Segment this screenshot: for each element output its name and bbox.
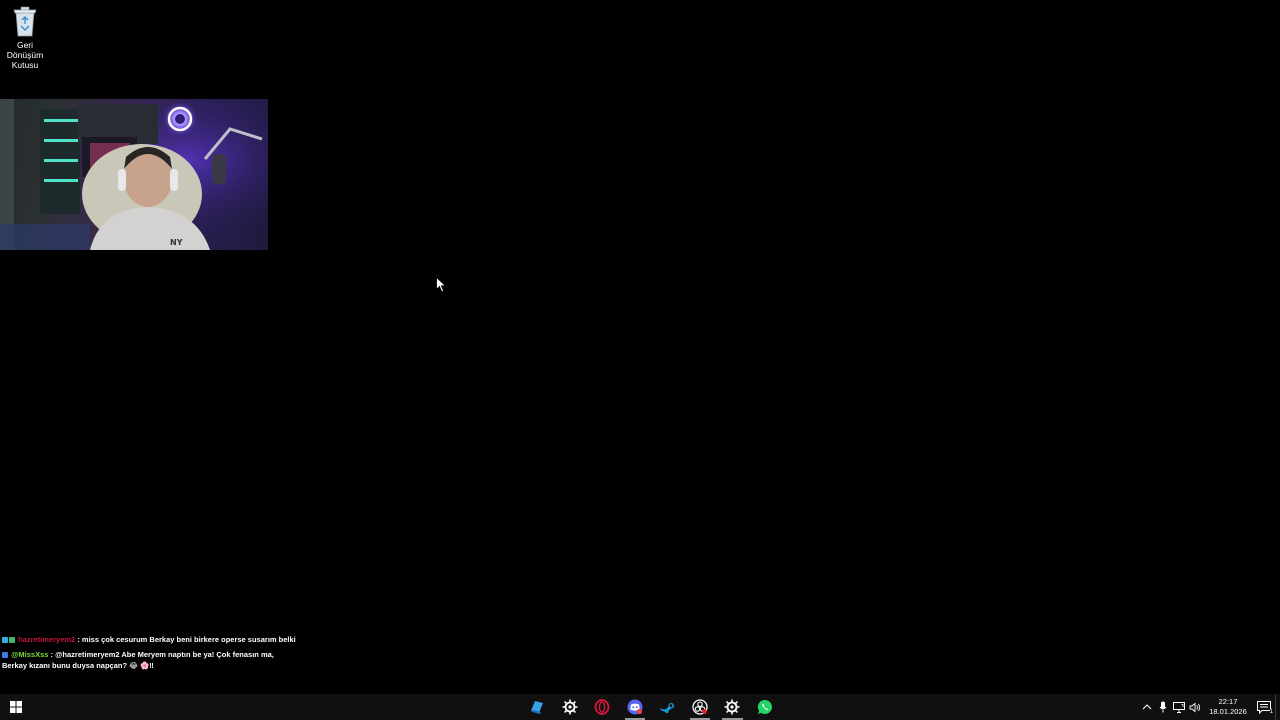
system-tray: 22:17 18.01.2026 1 bbox=[1139, 694, 1280, 720]
volume-icon bbox=[1189, 702, 1200, 712]
taskbar-app-steelseries-engine[interactable] bbox=[716, 694, 749, 720]
webcam-video-feed: NY bbox=[0, 99, 268, 250]
recycle-bin-label-line: Dönüşüm bbox=[6, 50, 44, 60]
taskbar-app-whatsapp[interactable] bbox=[749, 694, 782, 720]
taskbar-app-obs[interactable] bbox=[684, 694, 717, 720]
microphone-tray-button[interactable] bbox=[1155, 694, 1171, 720]
action-center-button[interactable]: 1 bbox=[1253, 694, 1275, 720]
chat-username: hazretimeryem2 bbox=[18, 635, 76, 644]
chat-message: @MissXss : @hazretimeryem2 Abe Meryem na… bbox=[2, 649, 302, 660]
chat-message: hazretimeryem2 : miss çok cesurum Berkay… bbox=[2, 634, 302, 645]
recycle-bin-shortcut[interactable]: Geri Dönüşüm Kutusu bbox=[3, 4, 47, 70]
chat-text: : @hazretimeryem2 Abe Meryem naptın be y… bbox=[50, 650, 274, 659]
opera-gx-icon bbox=[594, 699, 610, 715]
taskbar: 22:17 18.01.2026 1 bbox=[0, 694, 1280, 720]
taskbar-app-files[interactable] bbox=[521, 694, 554, 720]
obs-icon bbox=[692, 699, 708, 715]
steam-icon bbox=[660, 703, 675, 714]
chat-username: @MissXss bbox=[11, 650, 49, 659]
webcam-overlay: NY bbox=[0, 99, 268, 250]
steelseries-engine-icon bbox=[724, 699, 740, 715]
discord-icon bbox=[627, 699, 643, 715]
whatsapp-icon bbox=[757, 699, 772, 714]
windows-logo-icon bbox=[10, 701, 22, 713]
clock-time: 22:17 bbox=[1218, 697, 1238, 706]
volume-tray-button[interactable] bbox=[1187, 694, 1203, 720]
show-hidden-icons-button[interactable] bbox=[1139, 694, 1155, 720]
taskbar-app-opera-gx[interactable] bbox=[586, 694, 619, 720]
chat-text: : miss çok cesurum Berkay beni birkere o… bbox=[77, 635, 296, 644]
microphone-icon bbox=[1159, 701, 1167, 713]
steelseries-gg-icon bbox=[562, 699, 578, 715]
chat-badge-icon bbox=[2, 637, 8, 643]
chat-overlay: hazretimeryem2 : miss çok cesurum Berkay… bbox=[2, 634, 302, 671]
chat-text-continued: Berkay kızanı bunu duysa napçan? 😂 🌸‼ bbox=[2, 661, 154, 670]
taskbar-app-discord[interactable] bbox=[619, 694, 652, 720]
chat-badge-icon bbox=[9, 637, 15, 643]
svg-text:NY: NY bbox=[170, 238, 183, 247]
mouse-cursor-icon bbox=[436, 276, 447, 293]
network-icon bbox=[1173, 701, 1185, 713]
recycle-bin-label: Geri Dönüşüm Kutusu bbox=[3, 40, 47, 70]
network-tray-button[interactable] bbox=[1171, 694, 1187, 720]
chat-badge-icon bbox=[2, 652, 8, 658]
notification-count-badge: 1 bbox=[1269, 709, 1273, 715]
recycle-bin-label-line: Kutusu bbox=[11, 60, 39, 70]
desktop: Geri Dönüşüm Kutusu NY hazretimeryem2: … bbox=[0, 0, 1280, 720]
clock-date: 18.01.2026 bbox=[1209, 707, 1247, 716]
files-app-icon bbox=[531, 701, 544, 714]
chevron-up-icon bbox=[1142, 704, 1152, 710]
taskbar-app-steelseries-gg[interactable] bbox=[554, 694, 587, 720]
recycle-bin-icon bbox=[10, 4, 40, 38]
taskbar-clock[interactable]: 22:17 18.01.2026 bbox=[1207, 697, 1249, 717]
taskbar-app-steam[interactable] bbox=[651, 694, 684, 720]
show-desktop-button[interactable] bbox=[1275, 694, 1280, 720]
recycle-bin-label-line: Geri bbox=[16, 40, 34, 50]
start-button[interactable] bbox=[0, 694, 32, 720]
taskbar-apps bbox=[521, 694, 781, 720]
